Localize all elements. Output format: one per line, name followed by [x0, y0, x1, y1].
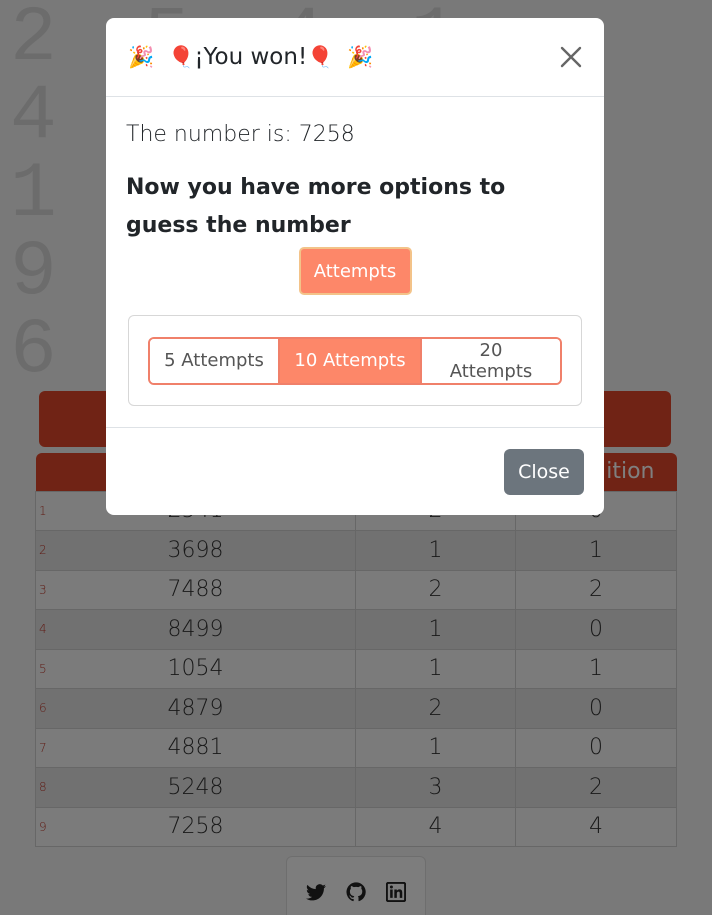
modal-header: 🎉 🎈 ¡You won! 🎈 🎉 — [106, 18, 604, 97]
secret-number-text: The number is: 7258 — [126, 122, 355, 147]
attempts-option-10[interactable]: 10 Attempts — [278, 338, 420, 383]
attempt-options-group: 5 Attempts 10 Attempts 20 Attempts — [148, 336, 562, 385]
attempts-button[interactable]: Attempts — [298, 247, 412, 295]
modal-body: The number is: 7258 Now you have more op… — [106, 97, 604, 406]
party-popper-icon: 🎉 — [128, 44, 155, 69]
attempts-option-5[interactable]: 5 Attempts — [150, 338, 278, 383]
attempts-option-20[interactable]: 20 Attempts — [420, 338, 560, 383]
modal-title: 🎉 🎈 ¡You won! 🎈 🎉 — [128, 44, 373, 70]
close-icon[interactable] — [558, 44, 584, 70]
balloon-icon: 🎈 — [168, 44, 195, 69]
attempt-options-card: 5 Attempts 10 Attempts 20 Attempts — [128, 315, 582, 406]
close-button[interactable]: Close — [504, 449, 584, 495]
modal-footer: Close — [106, 427, 604, 515]
party-popper-icon: 🎉 — [347, 44, 374, 69]
win-modal: 🎉 🎈 ¡You won! 🎈 🎉 The number is: 7258 No… — [106, 18, 604, 515]
modal-title-text: ¡You won! — [194, 44, 308, 70]
options-heading: Now you have more options to guess the n… — [126, 175, 506, 238]
balloon-icon: 🎈 — [307, 44, 334, 69]
